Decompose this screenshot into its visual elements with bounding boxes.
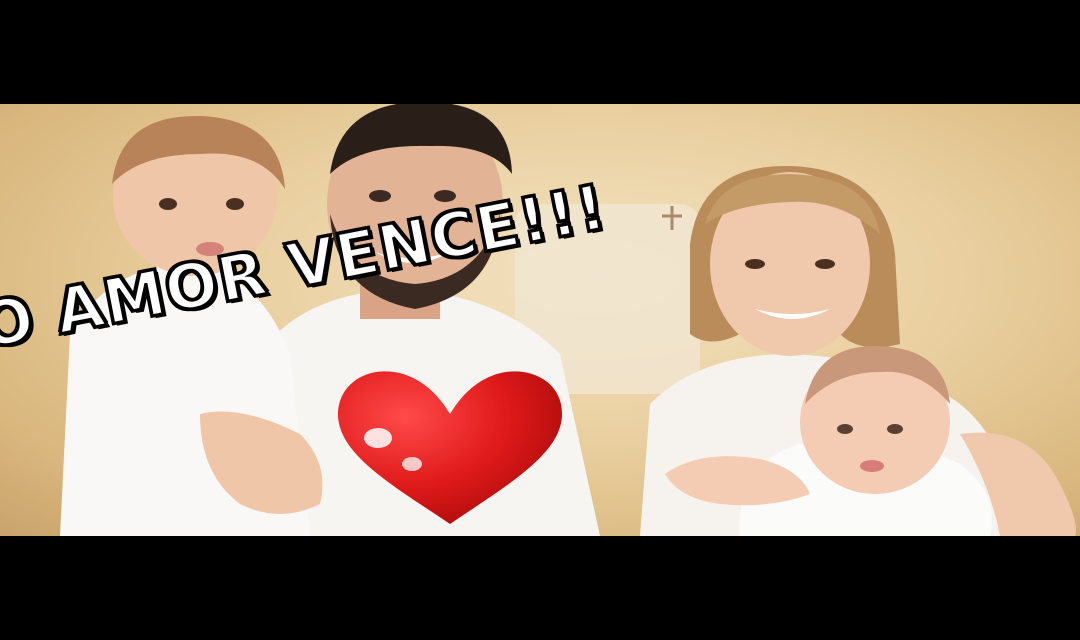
video-thumbnail: O AMOR VENCE!!! (0, 0, 1080, 640)
heart-icon (337, 371, 562, 524)
